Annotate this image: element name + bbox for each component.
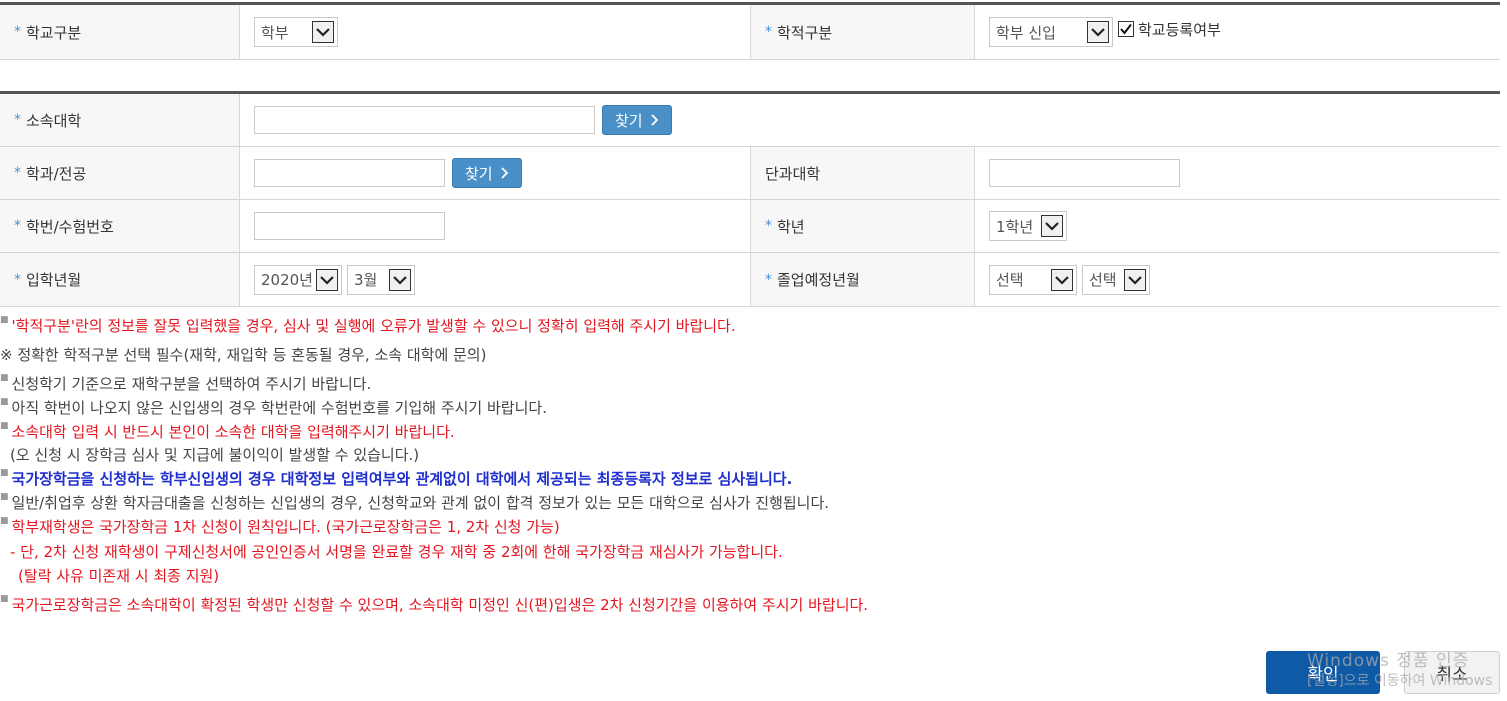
notice-text: 국가근로장학금은 소속대학이 확정된 학생만 신청할 수 있으며, 소속대학 미… xyxy=(11,596,869,614)
bullet-icon: ■ xyxy=(0,492,9,502)
notice-text: (탈락 사유 미존재 시 최종 지원) xyxy=(18,567,220,585)
graduation-month-select[interactable]: 선택 xyxy=(1082,264,1150,295)
grade-label: 학년 xyxy=(777,217,805,236)
find-label: 찾기 xyxy=(615,111,643,130)
chevron-right-icon xyxy=(500,167,508,179)
student-id-label: 학번/수험번호 xyxy=(26,217,114,236)
bullet-icon: ■ xyxy=(0,373,9,383)
notice-item: ■ 소속대학 입력 시 반드시 본인이 소속한 대학을 입력해주시기 바랍니다. xyxy=(0,421,455,442)
notice-item: ■ 아직 학번이 나오지 않은 신입생의 경우 학번란에 수험번호를 기입해 주시… xyxy=(0,397,547,418)
chevron-down-icon xyxy=(1051,268,1073,291)
enroll-type-select[interactable]: 학부 신입 xyxy=(989,17,1113,47)
notice-item: ■ 국가근로장학금은 소속대학이 확정된 학생만 신청할 수 있으며, 소속대학 … xyxy=(0,594,868,615)
bullet-icon: ■ xyxy=(0,468,9,478)
notice-text: ※ 정확한 학적구분 선택 필수(재학, 재입학 등 혼동될 경우, 소속 대학… xyxy=(0,346,487,364)
notice-text: 국가장학금을 신청하는 학부신입생의 경우 대학정보 입력여부와 관계없이 대학… xyxy=(11,470,793,488)
bullet-icon: ■ xyxy=(0,315,9,325)
required-star: * xyxy=(14,165,21,181)
notice-item: ■ 일반/취업후 상환 학자금대출을 신청하는 신입생의 경우, 신청학교와 관계… xyxy=(0,492,829,513)
enroll-type-label: 학적구분 xyxy=(777,23,833,42)
notice-item: - 단, 2차 신청 재학생이 구제신청서에 공인인증서 서명을 완료할 경우 … xyxy=(10,541,783,562)
required-star: * xyxy=(14,24,21,40)
enroll-type-header: * 학적구분 xyxy=(750,5,975,59)
university-input[interactable] xyxy=(254,106,595,134)
admission-label: 입학년월 xyxy=(26,271,82,289)
bullet-icon: ■ xyxy=(0,397,9,407)
required-star: * xyxy=(765,218,772,234)
graduation-label: 졸업예정년월 xyxy=(777,271,860,289)
notice-text: 학부재학생은 국가장학금 1차 신청이 원칙입니다. (국가근로장학금은 1, … xyxy=(11,518,560,536)
find-label: 찾기 xyxy=(465,164,493,183)
school-type-select[interactable]: 학부 xyxy=(254,17,338,47)
windows-activation-watermark-sub: [설정]으로 이동하여 Windows xyxy=(1307,673,1493,689)
required-star: * xyxy=(14,112,21,128)
grade-select[interactable]: 1학년 xyxy=(989,211,1067,241)
enroll-type-value: 학부 신입 xyxy=(996,23,1056,42)
graduation-year-value: 선택 xyxy=(996,271,1024,289)
notice-text: 소속대학 입력 시 반드시 본인이 소속한 대학을 입력해주시기 바랍니다. xyxy=(11,423,455,441)
chevron-down-icon xyxy=(1041,215,1063,237)
school-type-header: * 학교구분 xyxy=(0,5,240,59)
graduation-month-value: 선택 xyxy=(1089,271,1117,289)
school-type-value: 학부 xyxy=(261,23,289,42)
chevron-down-icon xyxy=(389,268,411,291)
registered-checkbox[interactable] xyxy=(1118,21,1134,37)
notice-item: ■ 신청학기 기준으로 재학구분을 선택하여 주시기 바랍니다. xyxy=(0,373,371,394)
chevron-down-icon xyxy=(312,21,334,43)
chevron-down-icon xyxy=(316,268,338,291)
required-star: * xyxy=(765,271,772,288)
admission-month-value: 3월 xyxy=(354,271,378,289)
bullet-icon: ■ xyxy=(0,516,9,526)
school-info-table: * 학교구분 학부 * 학적구분 학부 신입 학교등록여부 xyxy=(0,2,1500,60)
notice-item: ■ '학적구분'란의 정보를 잘못 입력했을 경우, 심사 및 실행에 오류가 발… xyxy=(0,315,736,336)
dept-input[interactable] xyxy=(254,159,445,187)
registered-label: 학교등록여부 xyxy=(1138,21,1221,39)
admission-year-value: 2020년 xyxy=(261,271,313,289)
university-label: 소속대학 xyxy=(26,111,82,130)
bullet-icon: ■ xyxy=(0,421,9,431)
notice-item: (오 신청 시 장학금 심사 및 지급에 불이익이 발생할 수 있습니다.) xyxy=(10,444,419,465)
dept-label: 학과/전공 xyxy=(26,164,87,183)
required-star: * xyxy=(14,218,21,234)
notice-text: 일반/취업후 상환 학자금대출을 신청하는 신입생의 경우, 신청학교와 관계 … xyxy=(11,494,830,512)
school-type-label: 학교구분 xyxy=(26,23,82,42)
required-star: * xyxy=(765,24,772,40)
notice-text: '학적구분'란의 정보를 잘못 입력했을 경우, 심사 및 실행에 오류가 발생… xyxy=(11,317,736,335)
notice-text: 신청학기 기준으로 재학구분을 선택하여 주시기 바랍니다. xyxy=(11,375,372,393)
required-star: * xyxy=(14,271,21,288)
college-input[interactable] xyxy=(989,159,1180,187)
notice-text: (오 신청 시 장학금 심사 및 지급에 불이익이 발생할 수 있습니다.) xyxy=(10,446,420,464)
dept-find-button[interactable]: 찾기 xyxy=(452,158,522,188)
grade-value: 1학년 xyxy=(996,217,1034,236)
admission-month-select[interactable]: 3월 xyxy=(347,264,415,295)
chevron-down-icon xyxy=(1124,268,1146,291)
registered-checkbox-wrap[interactable]: 학교등록여부 xyxy=(1118,19,1221,40)
university-info-table: * 소속대학 찾기 * 학과/전공 찾기 단과대학 * 학번/수험번호 * 학년 1학년… xyxy=(0,91,1500,307)
graduation-year-select[interactable]: 선택 xyxy=(989,264,1077,295)
bullet-icon: ■ xyxy=(0,594,9,604)
notice-item: ※ 정확한 학적구분 선택 필수(재학, 재입학 등 혼동될 경우, 소속 대학… xyxy=(0,344,486,365)
notice-text: - 단, 2차 신청 재학생이 구제신청서에 공인인증서 서명을 완료할 경우 … xyxy=(10,543,783,561)
university-find-button[interactable]: 찾기 xyxy=(602,105,672,135)
college-label: 단과대학 xyxy=(765,164,821,183)
admission-year-select[interactable]: 2020년 xyxy=(254,264,342,295)
notice-item: ■ 국가장학금을 신청하는 학부신입생의 경우 대학정보 입력여부와 관계없이 대… xyxy=(0,468,792,489)
chevron-right-icon xyxy=(650,114,658,126)
windows-activation-watermark: Windows 정품 인증 xyxy=(1307,651,1470,671)
student-id-input[interactable] xyxy=(254,212,445,240)
notice-item: (탈락 사유 미존재 시 최종 지원) xyxy=(18,565,219,586)
notice-item: ■ 학부재학생은 국가장학금 1차 신청이 원칙입니다. (국가근로장학금은 1,… xyxy=(0,516,560,537)
chevron-down-icon xyxy=(1087,21,1109,43)
notice-text: 아직 학번이 나오지 않은 신입생의 경우 학번란에 수험번호를 기입해 주시기… xyxy=(11,399,547,417)
